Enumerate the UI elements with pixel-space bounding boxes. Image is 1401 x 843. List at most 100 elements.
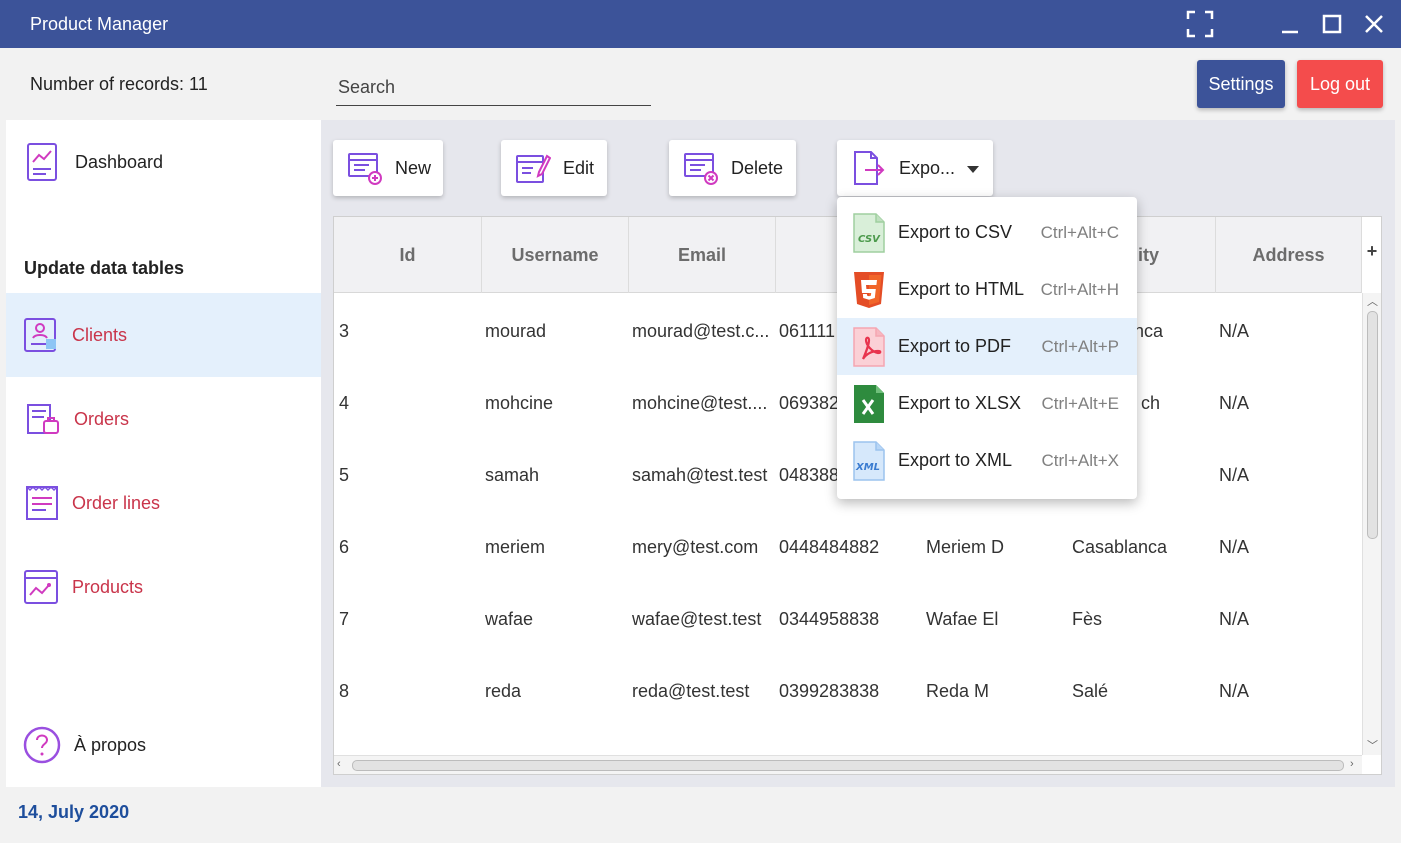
menu-item-label: Export to HTML [898,279,1025,299]
scroll-right-icon[interactable]: › [1350,758,1354,770]
sidebar-item-label: Orders [74,408,130,429]
cell-phone: 0344958838 [779,608,880,629]
minimize-icon[interactable] [1276,10,1304,38]
menu-item-label: Export to XML [898,450,1013,470]
menu-item-export-xlsx[interactable]: Export to XLSX Ctrl+Alt+E [837,375,1137,432]
export-icon [851,150,887,186]
menu-item-shortcut: Ctrl+Alt+E [1041,393,1119,413]
settings-button[interactable]: Settings [1197,60,1285,108]
menu-item-label: Export to XLSX [898,393,1022,413]
xml-file-icon: XML [851,440,887,481]
maximize-icon[interactable] [1318,10,1346,38]
cell-city: Fès [1072,608,1103,629]
close-icon[interactable] [1360,10,1388,38]
new-record-icon [347,150,383,186]
new-button[interactable]: New [333,140,443,196]
scroll-down-icon[interactable]: ﹀ [1367,737,1378,753]
sidebar: Dashboard Update data tables Clients Ord… [6,120,321,787]
help-icon [22,725,62,765]
cell-name: Wafae El [926,608,999,629]
edit-button[interactable]: Edit [501,140,607,196]
edit-label: Edit [563,157,595,178]
menu-item-shortcut: Ctrl+Alt+P [1041,336,1119,356]
pdf-file-icon [851,326,887,367]
column-header-address[interactable]: Address [1216,217,1362,293]
html5-icon [851,270,887,310]
cell-username: mourad [485,320,547,341]
cell-address: N/A [1219,464,1250,485]
export-menu: CSV Export to CSV Ctrl+Alt+C Export to H… [837,197,1137,499]
clients-icon [22,315,62,355]
fullscreen-icon[interactable] [1186,10,1214,38]
cell-id: 5 [339,464,350,485]
cell-id: 3 [339,320,350,341]
column-header-username[interactable]: Username [482,217,629,293]
cell-id: 8 [339,680,350,701]
menu-item-label: Export to PDF [898,336,1012,356]
cell-name: Reda M [926,680,990,701]
sidebar-item-orders[interactable]: Orders [6,377,321,461]
sidebar-item-label: Clients [72,324,128,345]
cell-email: wafae@test.test [632,608,762,629]
order-lines-icon [22,483,62,523]
sidebar-item-clients[interactable]: Clients [6,293,321,377]
cell-address: N/A [1219,320,1250,341]
sidebar-item-order-lines[interactable]: Order lines [6,461,321,545]
horizontal-scroll-thumb[interactable] [352,760,1344,771]
menu-item-export-pdf[interactable]: Export to PDF Ctrl+Alt+P [837,318,1137,375]
sidebar-item-label: Products [72,576,144,597]
add-column-icon[interactable]: + [1364,241,1380,265]
menu-item-export-html[interactable]: Export to HTML Ctrl+Alt+H [837,261,1137,318]
vertical-scrollbar[interactable]: ︿ ﹀ [1362,293,1381,755]
sidebar-item-dashboard[interactable]: Dashboard [6,120,321,204]
table-row[interactable]: 7 wafae wafae@test.test 0344958838 Wafae… [334,583,1362,655]
title-bar: Product Manager [0,0,1401,48]
svg-text:XML: XML [855,462,880,473]
sidebar-item-about[interactable]: À propos [6,703,321,787]
column-header-email[interactable]: Email [629,217,776,293]
delete-icon [683,150,719,186]
cell-username: samah [485,464,540,485]
cell-address: N/A [1219,608,1250,629]
cell-city: Casablanca [1072,536,1168,557]
table-row[interactable]: 8 reda reda@test.test 0399283838 Reda M … [334,655,1362,727]
svg-text:CSV: CSV [858,234,881,245]
window-title: Product Manager [30,14,169,34]
menu-item-shortcut: Ctrl+Alt+C [1040,222,1119,242]
cell-username: wafae [485,608,534,629]
delete-button[interactable]: Delete [669,140,796,196]
products-icon [22,567,62,607]
search-input[interactable] [336,70,651,106]
menu-item-export-csv[interactable]: CSV Export to CSV Ctrl+Alt+C [837,204,1137,261]
logout-button[interactable]: Log out [1297,60,1383,108]
sidebar-item-label: Dashboard [75,151,164,172]
cell-id: 6 [339,536,350,557]
cell-city: Salé [1072,680,1109,701]
horizontal-scrollbar[interactable]: ‹ › [334,755,1362,774]
delete-label: Delete [731,157,784,178]
cell-username: reda [485,680,522,701]
records-count: Number of records: 11 [30,74,208,94]
csv-file-icon: CSV [851,212,887,253]
menu-item-shortcut: Ctrl+Alt+H [1040,279,1119,299]
table-row[interactable]: 6 meriem mery@test.com 0448484882 Meriem… [334,511,1362,583]
cell-username: meriem [485,536,546,557]
cell-address: N/A [1219,680,1250,701]
scroll-up-icon[interactable]: ︿ [1367,293,1378,309]
excel-file-icon [851,384,887,424]
menu-item-export-xml[interactable]: XML Export to XML Ctrl+Alt+X [837,432,1137,489]
cell-email: mourad@test.c... [632,320,770,341]
column-header-id[interactable]: Id [334,217,482,293]
scroll-left-icon[interactable]: ‹ [337,758,341,770]
cell-name: Meriem D [926,536,1005,557]
cell-email: mery@test.com [632,536,759,557]
orders-icon [22,399,62,439]
cell-id: 7 [339,608,350,629]
cell-username: mohcine [485,392,554,413]
sidebar-item-products[interactable]: Products [6,545,321,629]
new-label: New [395,157,432,178]
menu-item-label: Export to CSV [898,222,1013,242]
cell-address: N/A [1219,392,1250,413]
export-dropdown-button[interactable]: Expo... [837,140,993,196]
vertical-scroll-thumb[interactable] [1367,311,1378,539]
